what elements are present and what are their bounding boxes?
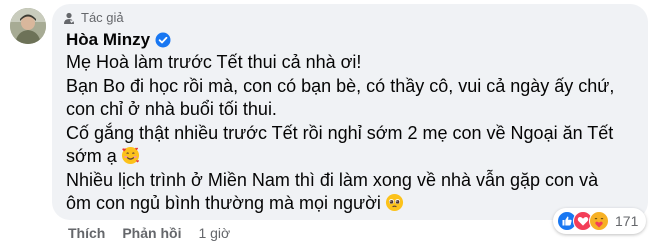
comment-line-with-emoji: ôm con ngủ bình thường mà mọi người [66,192,636,216]
author-name-row: Hòa Minzy [66,30,171,50]
author-badge-label: Tác giả [81,10,124,25]
reply-button[interactable]: Phản hồi [122,225,181,241]
author-name[interactable]: Hòa Minzy [66,30,150,50]
smiling-face-with-hearts-icon [121,146,140,165]
reaction-count: 171 [615,213,639,229]
comment-line: Mẹ Hoà làm trước Tết thui cả nhà ơi! [66,52,362,72]
care-icon [589,211,609,231]
comment-timestamp[interactable]: 1 giờ [198,225,230,241]
reactions-summary[interactable]: 171 [553,208,647,234]
comment-line: ôm con ngủ bình thường mà mọi người [66,193,381,213]
comment-line: sớm ạ [66,146,117,166]
comment-line: con chỉ ở nhà buổi tối thui. [66,99,277,119]
author-badge-icon [62,11,76,25]
verified-badge-icon [155,32,171,48]
comment-text: Mẹ Hoà làm trước Tết thui cả nhà ơi! Bạn… [66,51,636,216]
avatar[interactable] [10,8,46,44]
comment-actions: Thích Phản hồi 1 giờ [68,225,230,241]
like-button[interactable]: Thích [68,225,105,241]
author-badge: Tác giả [62,10,124,25]
comment-line: Bạn Bo đi học rồi mà, con có bạn bè, có … [66,75,615,96]
reaction-icons [557,211,609,231]
comment-line: Nhiều lịch trình ở Miền Nam thì đi làm x… [66,169,599,190]
comment-line-with-emoji: sớm ạ [66,145,636,169]
pleading-face-icon [385,193,404,212]
comment-line: Cố gắng thật nhiều trước Tết rồi nghỉ sớ… [66,122,614,143]
